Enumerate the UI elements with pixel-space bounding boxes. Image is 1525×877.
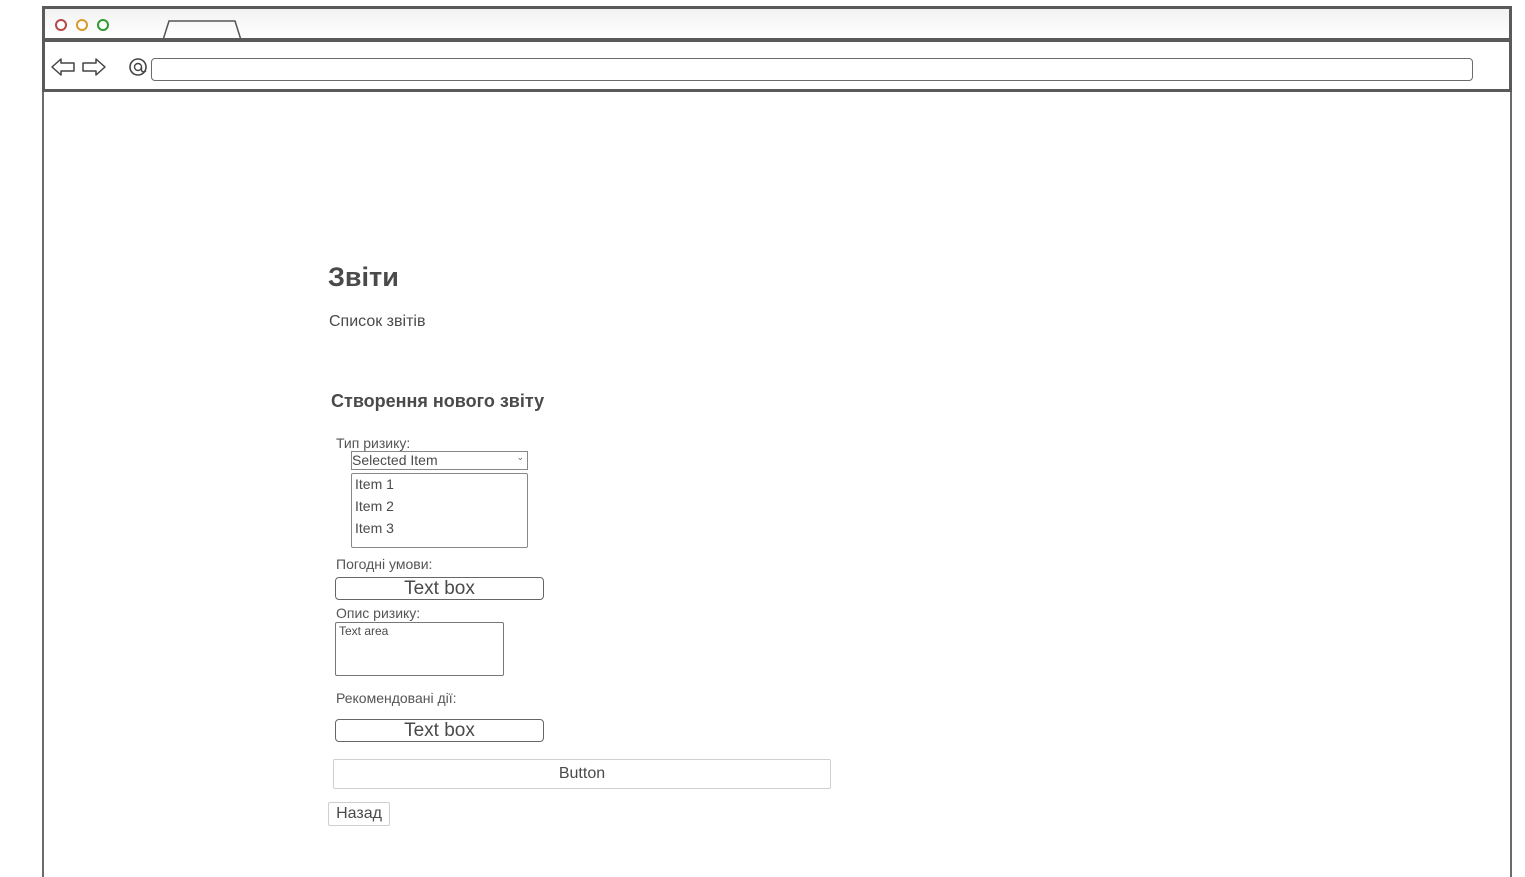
recommended-actions-input[interactable]: Text box <box>335 719 544 742</box>
risk-type-selected-value: Selected Item <box>352 452 438 468</box>
risk-description-label: Опис ризику: <box>336 605 421 621</box>
risk-description-textarea[interactable]: Text area <box>335 622 504 676</box>
recommended-actions-label: Рекомендовані дії: <box>336 690 457 706</box>
list-item[interactable]: Item 3 <box>355 520 394 536</box>
maximize-window-icon[interactable] <box>97 19 109 31</box>
browser-tab[interactable] <box>163 20 243 41</box>
list-item[interactable]: Item 1 <box>355 476 394 492</box>
browser-navbar <box>42 39 1512 92</box>
risk-type-label: Тип ризику: <box>336 435 411 451</box>
browser-frame <box>42 6 1512 877</box>
weather-input[interactable]: Text box <box>335 577 544 600</box>
chevron-down-icon: ⌄ <box>516 452 524 462</box>
weather-label: Погодні умови: <box>336 556 433 572</box>
risk-type-select[interactable]: Selected Item ⌄ <box>351 451 528 470</box>
page-title: Звіти <box>328 262 399 292</box>
reload-icon[interactable] <box>125 56 151 78</box>
forward-arrow-icon[interactable] <box>81 56 107 78</box>
browser-titlebar <box>42 6 1512 41</box>
list-item[interactable]: Item 2 <box>355 498 394 514</box>
back-arrow-icon[interactable] <box>50 56 76 78</box>
address-bar[interactable] <box>151 58 1473 81</box>
reports-list-link[interactable]: Список звітів <box>329 313 425 331</box>
section-title: Створення нового звіту <box>331 391 545 411</box>
close-window-icon[interactable] <box>55 19 67 31</box>
risk-type-listbox[interactable]: Item 1 Item 2 Item 3 <box>351 473 528 548</box>
minimize-window-icon[interactable] <box>76 19 88 31</box>
submit-button[interactable]: Button <box>333 759 831 789</box>
back-button[interactable]: Назад <box>328 802 390 826</box>
